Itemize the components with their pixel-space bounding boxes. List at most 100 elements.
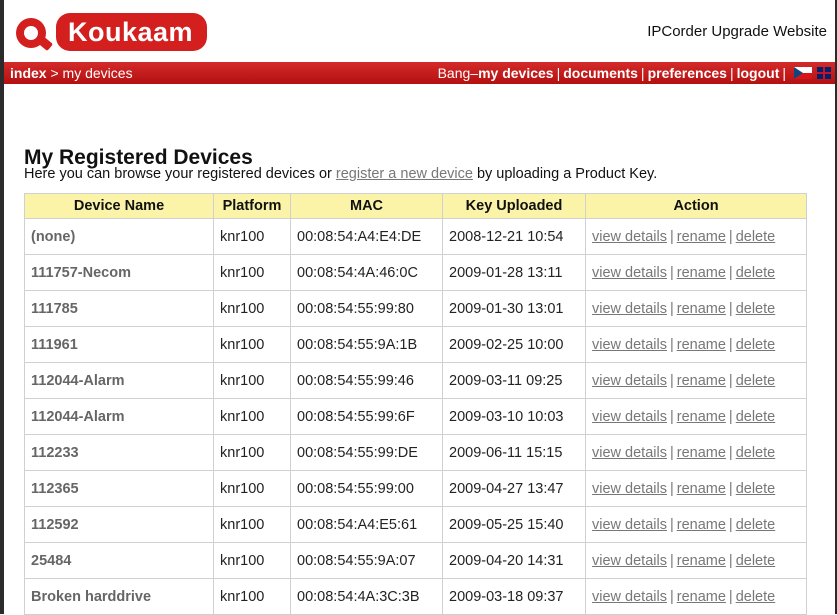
flag-uk-icon[interactable] <box>817 67 831 79</box>
rename-link[interactable]: rename <box>677 589 726 605</box>
rename-link[interactable]: rename <box>677 337 726 353</box>
action-cell: view details | rename | delete <box>585 362 807 399</box>
delete-link[interactable]: delete <box>736 229 776 245</box>
intro-text: Here you can browse your registered devi… <box>24 166 657 182</box>
platform-cell: knr100 <box>213 326 291 363</box>
mac-cell: 00:08:54:55:99:DE <box>290 434 443 471</box>
delete-link[interactable]: delete <box>736 553 776 569</box>
logo-text: Koukaam <box>68 16 194 47</box>
platform-cell: knr100 <box>213 506 291 543</box>
mac-cell: 00:08:54:4A:46:0C <box>290 254 443 291</box>
flag-cz-icon[interactable] <box>794 67 812 79</box>
platform-cell: knr100 <box>213 542 291 579</box>
action-separator: | <box>728 516 733 533</box>
action-separator: | <box>728 552 733 569</box>
breadcrumb-index-link[interactable]: index <box>10 65 47 81</box>
view-details-link[interactable]: view details <box>592 589 667 605</box>
view-details-link[interactable]: view details <box>592 373 667 389</box>
nav-link-logout[interactable]: logout <box>737 62 780 84</box>
action-separator: | <box>669 228 674 245</box>
action-separator: | <box>669 300 674 317</box>
delete-link[interactable]: delete <box>736 589 776 605</box>
action-separator: | <box>669 552 674 569</box>
key-uploaded-cell: 2009-01-28 13:11 <box>442 254 586 291</box>
table-row: 112365 knr100 00:08:54:55:99:00 2009-04-27 … <box>24 470 807 507</box>
table-row: 111785 knr100 00:08:54:55:99:80 2009-01-30 … <box>24 290 807 327</box>
device-name-cell: 111757-Necom <box>24 254 214 291</box>
platform-cell: knr100 <box>213 434 291 471</box>
delete-link[interactable]: delete <box>736 301 776 317</box>
breadcrumb: index > my devices <box>10 62 133 84</box>
key-uploaded-cell: 2009-02-25 10:00 <box>442 326 586 363</box>
platform-cell: knr100 <box>213 254 291 291</box>
view-details-link[interactable]: view details <box>592 553 667 569</box>
nav-bar: index > my devices Bang – my devices | do… <box>4 62 835 84</box>
table-row: 112233 knr100 00:08:54:55:99:DE 2009-06-11 … <box>24 434 807 471</box>
mac-cell: 00:08:54:55:99:80 <box>290 290 443 327</box>
view-details-link[interactable]: view details <box>592 229 667 245</box>
header-device-name: Device Name <box>24 193 214 219</box>
action-cell: view details | rename | delete <box>585 506 807 543</box>
delete-link[interactable]: delete <box>736 517 776 533</box>
action-cell: view details | rename | delete <box>585 290 807 327</box>
koukaam-logo[interactable]: Koukaam <box>10 10 234 54</box>
rename-link[interactable]: rename <box>677 481 726 497</box>
rename-link[interactable]: rename <box>677 517 726 533</box>
mac-cell: 00:08:54:55:99:6F <box>290 398 443 435</box>
mac-cell: 00:08:54:55:9A:1B <box>290 326 443 363</box>
rename-link[interactable]: rename <box>677 301 726 317</box>
nav-link-preferences[interactable]: preferences <box>648 62 727 84</box>
mac-cell: 00:08:54:55:99:00 <box>290 470 443 507</box>
key-uploaded-cell: 2009-03-18 09:37 <box>442 578 586 615</box>
view-details-link[interactable]: view details <box>592 265 667 281</box>
key-uploaded-cell: 2009-04-27 13:47 <box>442 470 586 507</box>
rename-link[interactable]: rename <box>677 265 726 281</box>
device-name-cell: 25484 <box>24 542 214 579</box>
device-name-cell: (none) <box>24 218 214 255</box>
nav-link-documents[interactable]: documents <box>563 62 638 84</box>
device-name-cell: 112044-Alarm <box>24 398 214 435</box>
mac-cell: 00:08:54:55:9A:07 <box>290 542 443 579</box>
delete-link[interactable]: delete <box>736 481 776 497</box>
platform-cell: knr100 <box>213 398 291 435</box>
device-name-cell: 111785 <box>24 290 214 327</box>
rename-link[interactable]: rename <box>677 553 726 569</box>
view-details-link[interactable]: view details <box>592 445 667 461</box>
action-separator: | <box>728 372 733 389</box>
view-details-link[interactable]: view details <box>592 517 667 533</box>
action-separator: | <box>669 264 674 281</box>
delete-link[interactable]: delete <box>736 265 776 281</box>
mac-cell: 00:08:54:A4:E4:DE <box>290 218 443 255</box>
register-device-link[interactable]: register a new device <box>336 166 473 182</box>
delete-link[interactable]: delete <box>736 409 776 425</box>
action-separator: | <box>728 444 733 461</box>
view-details-link[interactable]: view details <box>592 409 667 425</box>
mac-cell: 00:08:54:A4:E5:61 <box>290 506 443 543</box>
action-separator: | <box>728 588 733 605</box>
action-separator: | <box>669 516 674 533</box>
view-details-link[interactable]: view details <box>592 481 667 497</box>
delete-link[interactable]: delete <box>736 373 776 389</box>
nav-separator: | <box>556 65 561 81</box>
rename-link[interactable]: rename <box>677 409 726 425</box>
delete-link[interactable]: delete <box>736 445 776 461</box>
delete-link[interactable]: delete <box>736 337 776 353</box>
table-row: 112044-Alarm knr100 00:08:54:55:99:6F 2009-… <box>24 398 807 435</box>
platform-cell: knr100 <box>213 290 291 327</box>
rename-link[interactable]: rename <box>677 445 726 461</box>
rename-link[interactable]: rename <box>677 229 726 245</box>
intro-before: Here you can browse your registered devi… <box>24 166 336 182</box>
logo-q-icon <box>10 12 56 52</box>
nav-link-my-devices[interactable]: my devices <box>478 62 554 84</box>
platform-cell: knr100 <box>213 218 291 255</box>
rename-link[interactable]: rename <box>677 373 726 389</box>
platform-cell: knr100 <box>213 578 291 615</box>
device-name-cell: 111961 <box>24 326 214 363</box>
device-name-cell: 112592 <box>24 506 214 543</box>
view-details-link[interactable]: view details <box>592 337 667 353</box>
site-title: IPCorder Upgrade Website <box>647 23 827 40</box>
action-cell: view details | rename | delete <box>585 470 807 507</box>
platform-cell: knr100 <box>213 362 291 399</box>
view-details-link[interactable]: view details <box>592 301 667 317</box>
table-row: 111757-Necom knr100 00:08:54:4A:46:0C 2009-… <box>24 254 807 291</box>
